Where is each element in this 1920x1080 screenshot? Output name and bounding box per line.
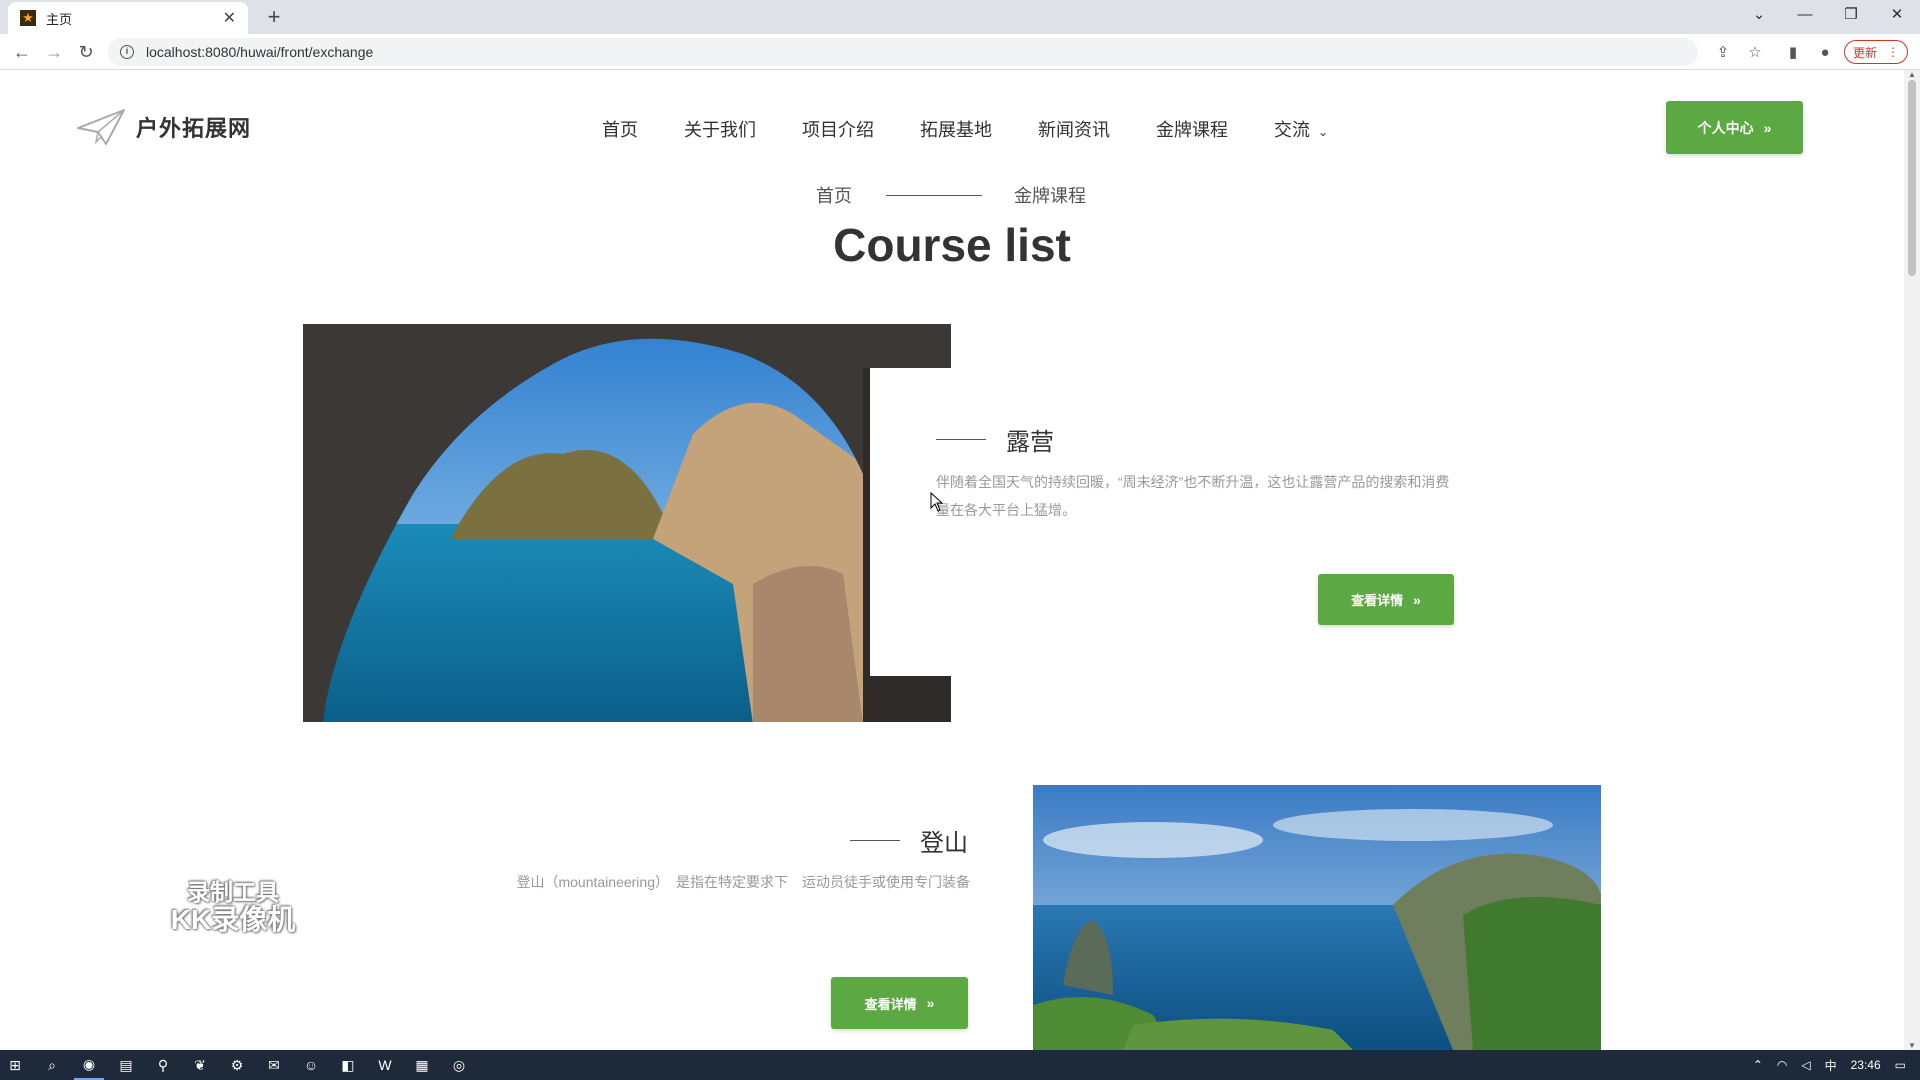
course-title-mountaineering: 登山 bbox=[850, 823, 968, 858]
coastline-photo bbox=[1033, 785, 1601, 1050]
personal-center-button[interactable]: 个人中心 » bbox=[1666, 101, 1803, 154]
system-tray: ⌃ ◠ ◁ 中 23:46 ▭ bbox=[1753, 1050, 1920, 1080]
restore-button[interactable]: ❐ bbox=[1828, 0, 1874, 30]
network-icon[interactable]: ◠ bbox=[1777, 1058, 1787, 1072]
course-title-text: 露营 bbox=[1006, 429, 1054, 456]
qq-icon[interactable]: ☺ bbox=[296, 1050, 326, 1080]
nav-item-exchange[interactable]: 交流 ⌄ bbox=[1274, 116, 1328, 142]
ime-indicator[interactable]: 中 bbox=[1825, 1057, 1837, 1074]
nav-item-news[interactable]: 新闻资讯 bbox=[1038, 116, 1110, 142]
breadcrumb-current: 金牌课程 bbox=[1014, 186, 1086, 206]
windows-taskbar: ⊞ ⌕ ◉ ▤ ⚲ ❦ ⚙ ✉ ☺ ◧ W ▦ ◎ ⌃ ◠ ◁ 中 23:46 … bbox=[0, 1050, 1920, 1080]
vscode-icon[interactable]: ◧ bbox=[333, 1050, 363, 1080]
watermark-line2: KK录像机 bbox=[170, 904, 296, 936]
file-explorer-icon[interactable]: ▤ bbox=[111, 1050, 141, 1080]
title-divider bbox=[936, 439, 986, 440]
breadcrumb-home[interactable]: 首页 bbox=[816, 182, 852, 208]
scrollbar-thumb[interactable] bbox=[1908, 80, 1916, 276]
address-bar[interactable]: i localhost:8080/huwai/front/exchange bbox=[108, 38, 1698, 66]
view-details-label: 查看详情 bbox=[864, 996, 917, 1012]
tab-title: 主页 bbox=[46, 11, 73, 27]
close-window-button[interactable]: ✕ bbox=[1874, 0, 1920, 30]
star-icon[interactable]: ☆ bbox=[1744, 42, 1766, 64]
nav-item-projects[interactable]: 项目介绍 bbox=[802, 116, 874, 142]
leaf-app-icon[interactable]: ❦ bbox=[185, 1050, 215, 1080]
view-details-button[interactable]: 查看详情 » bbox=[831, 977, 968, 1029]
course-desc-camping: 伴随着全国天气的持续回暖，“周末经济”也不断升温，这也让露营产品的搜索和消费量在… bbox=[936, 474, 1450, 518]
main-nav: 首页 关于我们 项目介绍 拓展基地 新闻资讯 金牌课程 交流 ⌄ bbox=[602, 116, 1374, 142]
browser-tab[interactable]: ★ 主页 ✕ bbox=[8, 2, 248, 34]
chrome-icon[interactable]: ◉ bbox=[74, 1050, 104, 1080]
new-tab-button[interactable]: + bbox=[260, 4, 288, 30]
wps-icon[interactable]: W bbox=[370, 1050, 400, 1080]
sea-cave-photo bbox=[303, 324, 951, 722]
nav-item-home[interactable]: 首页 bbox=[602, 116, 638, 142]
back-icon[interactable]: ← bbox=[10, 40, 34, 64]
start-icon[interactable]: ⊞ bbox=[0, 1050, 30, 1080]
menu-dots-icon: ⋮ bbox=[1887, 45, 1899, 59]
notification-icon[interactable]: ▭ bbox=[1895, 1058, 1906, 1072]
minimize-button[interactable]: — bbox=[1782, 0, 1828, 30]
double-chevron-icon: » bbox=[926, 995, 935, 1011]
breadcrumb: 首页 金牌课程 bbox=[816, 182, 1086, 208]
view-details-button[interactable]: 查看详情 » bbox=[1318, 574, 1454, 625]
update-label: 更新 bbox=[1852, 45, 1877, 60]
sidebar-icon[interactable]: ▮ bbox=[1782, 42, 1804, 64]
notepad-icon[interactable]: ▦ bbox=[407, 1050, 437, 1080]
nav-item-exchange-label: 交流 bbox=[1274, 120, 1310, 140]
chevron-down-icon: ⌄ bbox=[1318, 125, 1329, 139]
brand-name: 户外拓展网 bbox=[136, 116, 252, 141]
double-chevron-icon: » bbox=[1763, 119, 1772, 136]
double-chevron-icon: » bbox=[1413, 591, 1421, 608]
update-button[interactable]: 更新 ⋮ bbox=[1844, 40, 1908, 64]
mouse-cursor-icon bbox=[930, 492, 944, 512]
course-title-text: 登山 bbox=[920, 830, 968, 857]
scroll-up-icon[interactable]: ▲ bbox=[1904, 70, 1920, 79]
reload-icon[interactable]: ↻ bbox=[74, 40, 98, 64]
tab-search-icon[interactable]: ⌄ bbox=[1736, 0, 1782, 30]
nav-item-courses[interactable]: 金牌课程 bbox=[1156, 116, 1228, 142]
info-icon[interactable]: i bbox=[120, 45, 134, 59]
recorder-app-icon[interactable]: ◎ bbox=[444, 1050, 474, 1080]
title-divider bbox=[850, 840, 900, 841]
forward-icon[interactable]: → bbox=[42, 40, 66, 64]
search-tool-icon[interactable]: ⚲ bbox=[148, 1050, 178, 1080]
personal-center-label: 个人中心 bbox=[1697, 119, 1754, 136]
wechat-icon[interactable]: ✉ bbox=[259, 1050, 289, 1080]
volume-icon[interactable]: ◁ bbox=[1801, 1058, 1810, 1072]
page-scrollbar[interactable]: ▲ ▼ bbox=[1904, 70, 1920, 1050]
course-title-camping: 露营 bbox=[936, 422, 1054, 457]
course-image-mountaineering bbox=[1033, 785, 1601, 1050]
course-image-camping bbox=[303, 324, 951, 722]
profile-icon[interactable]: ● bbox=[1814, 42, 1836, 64]
view-details-label: 查看详情 bbox=[1351, 593, 1404, 608]
site-logo[interactable]: 户外拓展网 bbox=[76, 108, 251, 146]
site-favicon-icon: ★ bbox=[20, 10, 36, 26]
address-toolbar: ← → ↻ i localhost:8080/huwai/front/excha… bbox=[0, 34, 1920, 70]
paper-plane-logo-icon bbox=[77, 109, 125, 145]
search-icon[interactable]: ⌕ bbox=[37, 1050, 67, 1080]
watermark-line1: 录制工具 bbox=[187, 879, 279, 905]
settings-app-icon[interactable]: ⚙ bbox=[222, 1050, 252, 1080]
course-desc-mountaineering: 登山（mountaineering） 是指在特定要求下 运动员徒手或使用专门装备 bbox=[516, 874, 970, 890]
tab-close-icon[interactable]: ✕ bbox=[223, 8, 236, 28]
share-icon[interactable]: ⇪ bbox=[1712, 42, 1734, 64]
recorder-watermark: 录制工具 KK录像机 bbox=[160, 879, 306, 936]
browser-tab-bar: ★ 主页 ✕ + ⌄ — ❐ ✕ bbox=[0, 0, 1920, 34]
nav-item-about[interactable]: 关于我们 bbox=[684, 116, 756, 142]
web-page: 户外拓展网 首页 关于我们 项目介绍 拓展基地 新闻资讯 金牌课程 交流 ⌄ 个人… bbox=[0, 70, 1920, 1050]
scroll-down-icon[interactable]: ▼ bbox=[1904, 1041, 1920, 1050]
url-text[interactable]: localhost:8080/huwai/front/exchange bbox=[146, 44, 373, 60]
tray-expand-icon[interactable]: ⌃ bbox=[1753, 1058, 1763, 1072]
breadcrumb-divider bbox=[886, 194, 982, 196]
nav-item-bases[interactable]: 拓展基地 bbox=[920, 116, 992, 142]
page-title: Course list bbox=[833, 219, 1071, 271]
clock[interactable]: 23:46 bbox=[1851, 1058, 1881, 1072]
